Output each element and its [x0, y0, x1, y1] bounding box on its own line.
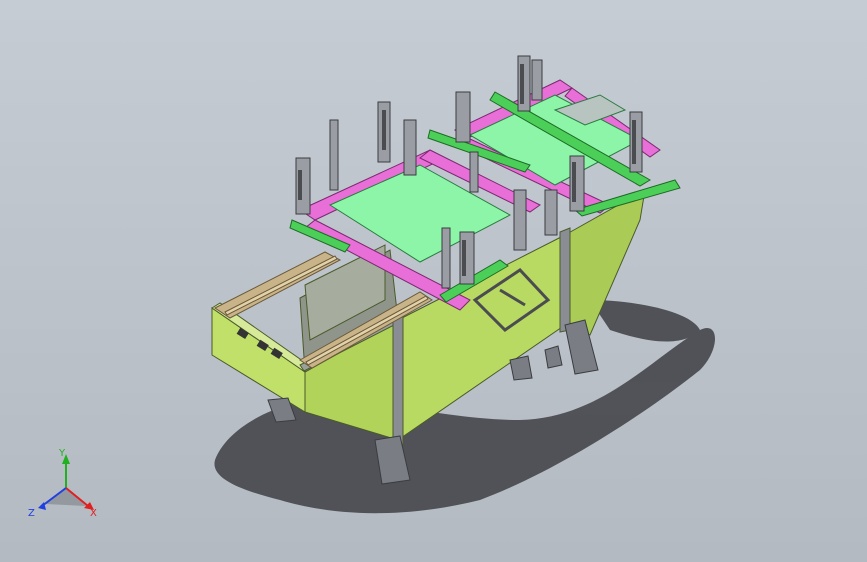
z-axis-label: Z [28, 508, 35, 519]
cad-viewport[interactable]: Y X Z [0, 0, 867, 562]
x-axis-label: X [90, 508, 97, 519]
machine-model[interactable] [0, 0, 867, 562]
axis-triad[interactable]: Y X Z [24, 446, 108, 530]
y-axis-label: Y [58, 448, 66, 459]
triad-base [46, 488, 86, 506]
